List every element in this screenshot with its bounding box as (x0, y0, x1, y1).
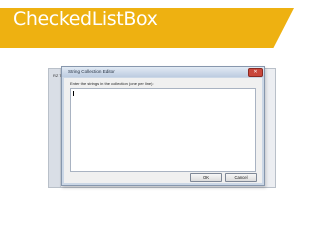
text-caret (73, 91, 74, 96)
ok-button[interactable]: OK (190, 173, 222, 182)
dialog-titlebar[interactable]: String Collection Editor ✕ (62, 67, 264, 77)
string-collection-editor-dialog: String Collection Editor ✕ Enter the str… (61, 66, 265, 186)
strings-textarea[interactable] (70, 88, 256, 172)
close-button[interactable]: ✕ (248, 68, 263, 77)
banner-title: CheckedListBox (13, 8, 158, 30)
cancel-button[interactable]: Cancel (225, 173, 257, 182)
background-sidebar (49, 69, 61, 187)
close-icon: ✕ (253, 69, 258, 75)
dialog-client-area: Enter the strings in the collection (one… (64, 78, 262, 183)
collection-prompt: Enter the strings in the collection (one… (70, 81, 154, 86)
dialog-title: String Collection Editor (68, 69, 115, 74)
